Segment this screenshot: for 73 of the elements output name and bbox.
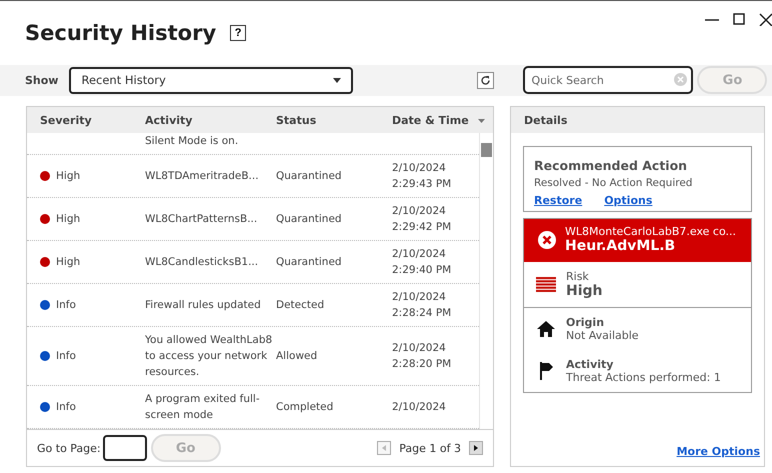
history-row[interactable]: High WL8TDAmeritradeB... Quarantined 2/10/2024 2:29:43 PM: [27, 155, 479, 198]
info-label: Activity: [566, 358, 614, 371]
more-options-link[interactable]: More Options: [676, 445, 760, 458]
refresh-button[interactable]: [477, 72, 494, 89]
risk-value: High: [566, 283, 603, 299]
column-header[interactable]: Status: [276, 114, 392, 126]
recommended-action-text: Resolved - No Action Required: [534, 177, 694, 189]
show-label: Show: [25, 74, 58, 87]
window-title: Security History: [25, 20, 216, 45]
date-cell-text: 2/10/2024 2:29:40 PM: [392, 247, 452, 278]
date-cell-text: 2/10/2024 2:28:20 PM: [392, 341, 452, 372]
history-row[interactable]: Info A program exited full-screen mode Completed 2/10/2024: [27, 386, 479, 429]
scroll-thumb[interactable]: [481, 143, 492, 157]
action-link[interactable]: Restore: [534, 194, 582, 207]
right-arrow-icon: [474, 445, 478, 451]
action-link[interactable]: Options: [604, 194, 652, 207]
column-header[interactable]: Activity: [145, 114, 276, 126]
left-arrow-icon: [382, 445, 386, 451]
activity-cell-text: Firewall rules updated: [145, 298, 262, 313]
history-row[interactable]: High WL8ChartPatternsB... Quarantined 2/10/2024 2:29:42 PM: [27, 198, 479, 241]
severity-cell-text: High: [56, 212, 80, 227]
activity-cell-text: Silent Mode is on.: [145, 134, 240, 149]
date-cell-text: 2/10/2024 2:28:24 PM: [392, 290, 452, 321]
date-cell-text: 2/10/2024: [392, 400, 447, 415]
go-to-page-label: Go to Page:: [37, 442, 101, 454]
severity-cell-text: High: [56, 255, 80, 270]
threat-file-name: WL8MonteCarloLabB7.exe co...: [565, 225, 736, 238]
history-row[interactable]: Silent Mode is on.: [27, 133, 479, 155]
severity-cell-text: Info: [56, 349, 76, 364]
refresh-icon: [480, 74, 492, 86]
history-row[interactable]: Info You allowed WealthLab8 to access your network resources. Allowed 2/10/2024 2:28:20 PM: [27, 327, 479, 386]
status-cell-text: Completed: [276, 400, 334, 415]
history-row[interactable]: Info Firewall rules updated Detected 2/10/2024 2:28:24 PM: [27, 284, 479, 327]
column-header[interactable]: Severity: [40, 114, 145, 126]
activity-cell-text: A program exited full-screen mode: [145, 392, 261, 423]
severity-cell-text: High: [56, 169, 80, 184]
status-cell-text: Quarantined: [276, 169, 343, 184]
history-row[interactable]: High WL8CandlesticksB1... Quarantined 2/10/2024 2:29:40 PM: [27, 241, 479, 284]
date-cell-text: 2/10/2024 2:29:42 PM: [392, 204, 452, 235]
caret-icon: [333, 78, 342, 83]
maximize-icon[interactable]: [733, 13, 745, 25]
page-field[interactable]: [102, 435, 147, 461]
risk-level-icon: [536, 276, 556, 292]
activity-cell-text: WL8TDAmeritradeB...: [145, 169, 260, 184]
error-icon: [538, 230, 556, 248]
help-button[interactable]: ?: [230, 24, 246, 41]
flag-icon: [539, 362, 553, 380]
history-dropdown[interactable]: Recent History: [69, 66, 354, 94]
info-value: Not Available: [566, 329, 639, 342]
status-cell-text: Quarantined: [276, 212, 343, 227]
status-cell-text: Allowed: [276, 349, 318, 364]
activity-cell-text: WL8ChartPatternsB...: [145, 212, 258, 227]
details-header: Details: [511, 107, 764, 133]
scrollbar[interactable]: [479, 133, 493, 429]
recommended-action-title: Recommended Action: [534, 158, 688, 173]
risk-label: Risk: [566, 270, 590, 283]
info-value: Threat Actions performed: 1: [566, 371, 721, 384]
activity-cell-text: You allowed WealthLab8 to access your network resources.: [145, 333, 274, 380]
activity-cell-text: WL8CandlesticksB1...: [145, 255, 260, 270]
home-icon: [537, 321, 555, 337]
page-indicator: Page 1 of 3: [399, 442, 461, 454]
next-page-button[interactable]: [469, 441, 483, 455]
severity-cell-text: Info: [56, 298, 76, 313]
column-header[interactable]: Date & Time: [392, 114, 492, 126]
severity-cell-text: Info: [56, 400, 76, 415]
status-cell-text: Detected: [276, 298, 326, 313]
close-icon[interactable]: [759, 13, 772, 26]
date-cell-text: 2/10/2024 2:29:43 PM: [392, 161, 452, 192]
threat-name: Heur.AdvML.B: [565, 238, 676, 254]
status-cell-text: Quarantined: [276, 255, 343, 270]
info-label: Origin: [566, 316, 606, 329]
quick-search-field[interactable]: Quick Search: [523, 66, 694, 94]
sort-icon[interactable]: [478, 119, 485, 123]
